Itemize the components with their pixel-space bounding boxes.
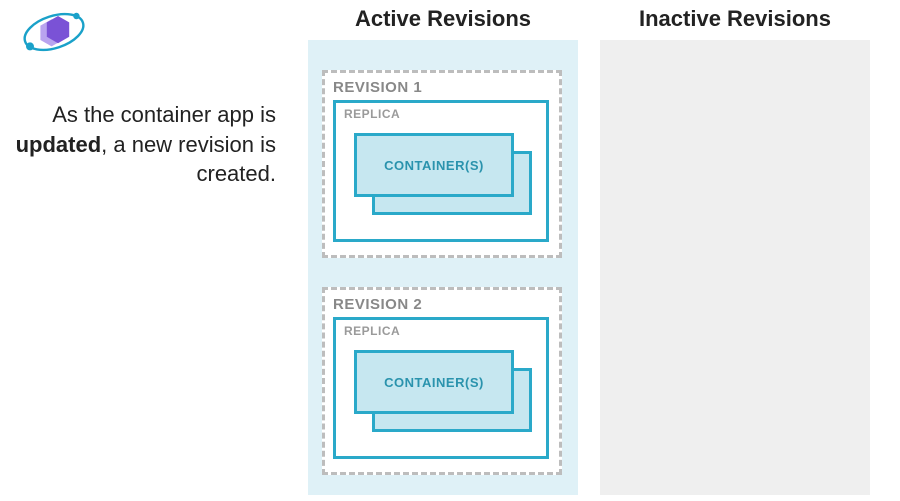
revision-1-container-front: CONTAINER(S) [354, 133, 514, 197]
revision-2-container-front: CONTAINER(S) [354, 350, 514, 414]
active-revisions-column: REVISION 1 REPLICA CONTAINER(S) REVISION… [308, 40, 578, 495]
description-post: , a new revision is created. [101, 132, 276, 187]
revision-2-container-label: CONTAINER(S) [384, 375, 484, 390]
revision-2-containers: CONTAINER(S) [350, 346, 536, 438]
diagram-stage: { "description": { "pre": "As the contai… [0, 0, 900, 501]
revision-1-container-label: CONTAINER(S) [384, 158, 484, 173]
description-text: As the container app is updated, a new r… [8, 100, 276, 189]
description-pre: As the container app is [52, 102, 276, 127]
active-revisions-title: Active Revisions [308, 6, 578, 32]
revision-2-label: REVISION 2 [333, 296, 551, 313]
revision-2-replica: REPLICA CONTAINER(S) [333, 317, 549, 459]
revision-1-replica: REPLICA CONTAINER(S) [333, 100, 549, 242]
container-apps-logo [18, 8, 90, 56]
inactive-revisions-column [600, 40, 870, 495]
revision-2-replica-label: REPLICA [344, 324, 538, 338]
revision-1-containers: CONTAINER(S) [350, 129, 536, 221]
revision-1-replica-label: REPLICA [344, 107, 538, 121]
revision-1-box: REVISION 1 REPLICA CONTAINER(S) [322, 70, 562, 258]
inactive-revisions-title: Inactive Revisions [600, 6, 870, 32]
revision-2-box: REVISION 2 REPLICA CONTAINER(S) [322, 287, 562, 475]
revision-1-label: REVISION 1 [333, 79, 551, 96]
description-bold: updated [16, 132, 102, 157]
